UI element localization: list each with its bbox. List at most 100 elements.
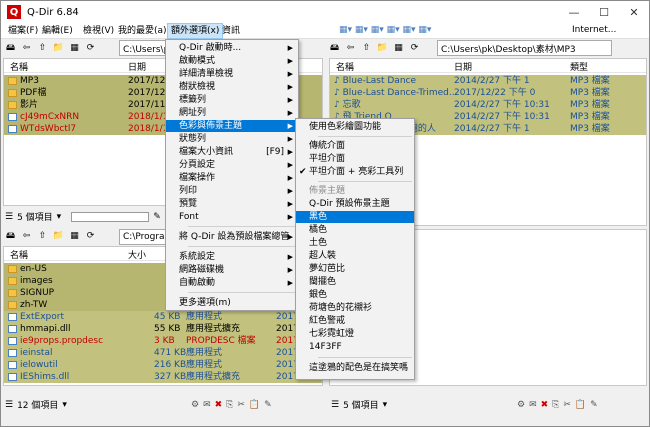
menu-item[interactable]: 土色 — [296, 237, 414, 249]
refresh-icon[interactable]: ⟳ — [408, 42, 421, 55]
mail-icon[interactable]: ✉ — [529, 400, 537, 410]
view-icon[interactable]: ▦ — [68, 230, 81, 243]
dropdown-icon[interactable]: ▾ — [62, 400, 67, 410]
col-name[interactable]: 名稱 — [10, 60, 28, 73]
menu-item[interactable]: Q-Dir 啟動時... ▶ — [166, 42, 298, 54]
menu-item[interactable]: 分頁設定 ▶ — [166, 159, 298, 171]
back-icon[interactable]: ⇦ — [344, 42, 357, 55]
menu-view[interactable]: 檢視(V) — [80, 23, 117, 39]
menu-item[interactable]: 超人裝 — [296, 250, 414, 262]
menu-item[interactable]: 夢幻芭比 — [296, 263, 414, 275]
menu-item[interactable]: Q-Dir 預設佈景主題 — [296, 198, 414, 210]
menu-item[interactable]: 標籤列 ▶ — [166, 94, 298, 106]
refresh-icon[interactable]: ⟳ — [84, 42, 97, 55]
menu-item[interactable]: 預覽 ▶ — [166, 198, 298, 210]
brush-icon[interactable]: ✎ — [153, 212, 161, 222]
internet-link[interactable]: Internet... — [572, 25, 616, 35]
drive-icon[interactable]: 🖴 — [4, 42, 17, 55]
menu-item-color-theme[interactable]: 色彩與佈景主題 ▶ — [166, 120, 298, 132]
menu-item[interactable]: 檔案大小資訊 [F9] ▶ — [166, 146, 298, 158]
bottom-left-address[interactable]: C:\Program — [119, 229, 167, 245]
folder-icon[interactable]: 📁 — [376, 42, 389, 55]
col-type[interactable]: 類型 — [570, 60, 588, 73]
col-size[interactable]: 大小 — [128, 248, 146, 261]
table-row[interactable]: ExtExport 45 KB 應用程式 2017 — [4, 311, 322, 323]
menu-item[interactable]: 銀色 — [296, 289, 414, 301]
dropdown-icon[interactable]: ▾ — [57, 212, 62, 222]
table-row[interactable]: ♪ Blue-Last Dance 2014/2/27 下午 1 MP3 檔案 — [330, 75, 646, 87]
menu-item[interactable]: 橘色 — [296, 224, 414, 236]
menu-item[interactable]: 詳細清單檢視 ▶ — [166, 68, 298, 80]
delete-icon[interactable]: ✖ — [541, 400, 549, 410]
menu-item[interactable]: 自動啟動 ▶ — [166, 277, 298, 289]
menu-item[interactable]: 14F3FF — [296, 341, 414, 353]
mail-icon[interactable]: ✉ — [203, 400, 211, 410]
edit-icon[interactable]: ✎ — [590, 400, 598, 410]
table-row[interactable]: ie9props.propdesc 3 KB PROPDESC 檔案 2017 — [4, 335, 322, 347]
menu-item[interactable]: 系統設定 ▶ — [166, 251, 298, 263]
menu-item[interactable]: 這塗鴉的配色是在搞笑嗎 — [296, 362, 414, 374]
close-button[interactable]: ✕ — [619, 1, 649, 23]
menu-item[interactable]: 傳統介面 — [296, 140, 414, 152]
cut-icon[interactable]: ✂ — [563, 400, 571, 410]
menu-edit[interactable]: 編輯(E) — [39, 23, 76, 39]
menu-info[interactable]: 資訊 — [219, 23, 243, 39]
table-row[interactable]: ♪ Blue-Last Dance-Trimed... 2017/12/22 下午… — [330, 87, 646, 99]
menu-item[interactable]: 荷塘色的花襯衫 — [296, 302, 414, 314]
col-date[interactable]: 日期 — [454, 60, 472, 73]
settings-icon[interactable]: ⚙ — [517, 400, 525, 410]
back-icon[interactable]: ⇦ — [20, 42, 33, 55]
back-icon[interactable]: ⇦ — [20, 230, 33, 243]
top-left-address[interactable]: C:\Users\pk\Desktop\素材\ — [119, 40, 171, 56]
table-row[interactable]: IEShims.dll327 KB應用程式擴充2017/9/2 — [4, 371, 322, 383]
up-icon[interactable]: ⇧ — [36, 42, 49, 55]
dropdown-icon[interactable]: ▾ — [383, 400, 388, 410]
col-name[interactable]: 名稱 — [336, 60, 354, 73]
menu-item[interactable]: 啟動模式 ▶ — [166, 55, 298, 67]
drive-icon[interactable]: 🖴 — [4, 230, 17, 243]
col-date[interactable]: 日期 — [128, 60, 146, 73]
menu-item[interactable]: 網路磁碟機 ▶ — [166, 264, 298, 276]
menu-item[interactable]: 狀態列 ▶ — [166, 133, 298, 145]
menu-item[interactable]: ✔ 平坦介面 + 亮彩工具列 — [296, 166, 414, 178]
edit-icon[interactable]: ✎ — [264, 400, 272, 410]
menu-extra[interactable]: 額外選項(x) — [167, 23, 224, 39]
view-icon[interactable]: ▦ — [68, 42, 81, 55]
menu-item[interactable]: 檔案操作 ▶ — [166, 172, 298, 184]
menu-item-more-options[interactable]: 更多選項(m) — [166, 297, 298, 309]
menu-item[interactable]: 平坦介面 — [296, 153, 414, 165]
top-right-address[interactable]: C:\Users\pk\Desktop\素材\MP3 — [437, 40, 612, 56]
copy-icon[interactable]: ⎘ — [552, 400, 559, 410]
paste-icon[interactable]: 📋 — [249, 400, 260, 410]
table-row[interactable]: hmmapi.dll 55 KB 應用程式擴充 2017 — [4, 323, 322, 335]
copy-icon[interactable]: ⎘ — [226, 400, 233, 410]
menu-item[interactable]: 網址列 ▶ — [166, 107, 298, 119]
menu-item[interactable]: 將 Q-Dir 設為預設檔案總管 ▶ — [166, 231, 298, 243]
up-icon[interactable]: ⇧ — [360, 42, 373, 55]
settings-icon[interactable]: ⚙ — [191, 400, 199, 410]
drive-icon[interactable]: 🖴 — [328, 42, 341, 55]
refresh-icon[interactable]: ⟳ — [84, 230, 97, 243]
table-row[interactable]: ieinstal 471 KB 應用程式 2017 — [4, 347, 322, 359]
delete-icon[interactable]: ✖ — [215, 400, 223, 410]
folder-icon[interactable]: 📁 — [52, 230, 65, 243]
menu-item[interactable]: 閩擺色 — [296, 276, 414, 288]
menu-file[interactable]: 檔案(F) — [5, 23, 41, 39]
menu-favorites[interactable]: 我的最愛(a) — [115, 23, 170, 39]
up-icon[interactable]: ⇧ — [36, 230, 49, 243]
menu-item[interactable]: 樹狀檢視 ▶ — [166, 81, 298, 93]
cut-icon[interactable]: ✂ — [237, 400, 245, 410]
layout-icons[interactable]: ▦▾ ▦▾ ▦▾ ▦▾ ▦▾ ▦▾ — [339, 25, 431, 35]
folder-icon[interactable]: 📁 — [52, 42, 65, 55]
menu-item[interactable]: Font ▶ — [166, 211, 298, 223]
col-name[interactable]: 名稱 — [10, 248, 28, 261]
paste-icon[interactable]: 📋 — [575, 400, 586, 410]
filter-input[interactable] — [71, 211, 150, 222]
menu-item[interactable]: 列印 ▶ — [166, 185, 298, 197]
table-row[interactable]: ielowutil 216 KB 應用程式 2017 — [4, 359, 322, 371]
maximize-button[interactable]: ☐ — [589, 1, 619, 23]
minimize-button[interactable]: — — [559, 1, 589, 23]
menu-item-black[interactable]: 黑色 — [296, 211, 414, 223]
menu-item[interactable]: 紅色警戒 — [296, 315, 414, 327]
menu-item[interactable]: 使用色彩繪圖功能 — [296, 121, 414, 133]
